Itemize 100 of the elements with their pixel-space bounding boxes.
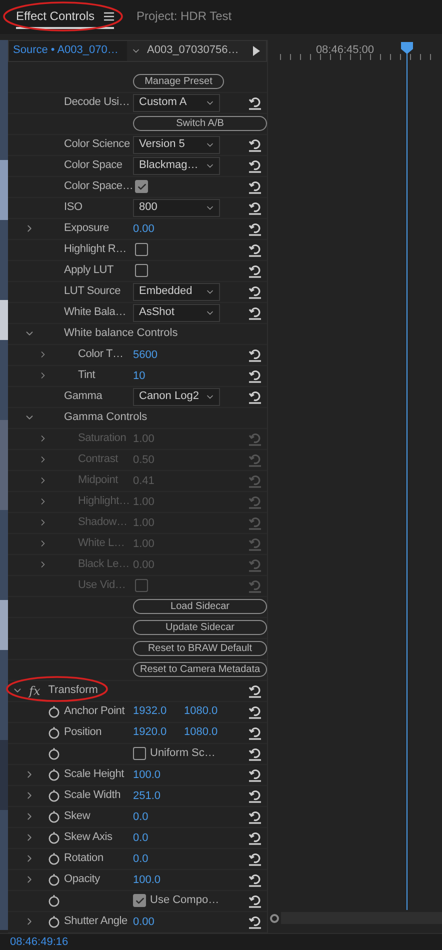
reset-icon[interactable] xyxy=(248,200,262,214)
value-field[interactable]: 0.00 xyxy=(133,916,154,928)
value-field[interactable]: 0.0 xyxy=(133,811,148,824)
panel-tab[interactable]: Project: HDR Test xyxy=(136,7,232,29)
property-label: Tint xyxy=(78,368,96,384)
property-label: Shadow… xyxy=(78,515,128,530)
action-button[interactable]: Reset to Camera Metadata xyxy=(133,662,267,677)
reset-icon[interactable] xyxy=(248,830,262,844)
action-button[interactable]: Manage Preset xyxy=(133,74,224,89)
value-field[interactable]: 5600 xyxy=(133,349,158,362)
stopwatch-icon[interactable] xyxy=(48,915,60,928)
current-timecode[interactable]: 08:46:49:16 xyxy=(10,934,68,950)
fx-label: fx xyxy=(29,682,40,700)
property-label: Color Space… xyxy=(64,179,133,194)
stopwatch-icon[interactable] xyxy=(48,894,60,907)
reset-icon[interactable] xyxy=(248,704,262,718)
property-label: Apply LUT xyxy=(64,263,115,278)
value-field[interactable]: 1920.0 xyxy=(133,724,170,741)
reset-icon[interactable] xyxy=(248,914,262,928)
dropdown[interactable]: 800 xyxy=(133,198,220,216)
stopwatch-icon[interactable] xyxy=(48,726,60,739)
action-button[interactable]: Switch A/B xyxy=(133,116,267,131)
checkbox[interactable] xyxy=(135,243,148,256)
reset-icon[interactable] xyxy=(248,222,262,236)
reset-icon[interactable] xyxy=(248,96,262,110)
value-field[interactable]: 1080.0 xyxy=(184,724,221,741)
dropdown[interactable]: Blackmag… xyxy=(133,156,220,174)
property-label: Anchor Point xyxy=(64,704,126,720)
dropdown[interactable]: Version 5 xyxy=(133,136,220,154)
property-label: Saturation xyxy=(78,431,128,446)
property-label: Skew Axis xyxy=(64,830,114,846)
value-field[interactable]: 100.0 xyxy=(133,769,161,782)
reset-icon[interactable] xyxy=(248,684,262,698)
checkbox-label: Uniform Sc… xyxy=(150,746,216,762)
scroll-handle[interactable] xyxy=(270,914,279,922)
value-field[interactable]: 1932.0 xyxy=(133,703,170,720)
reset-icon[interactable] xyxy=(248,788,262,802)
dropdown[interactable]: Canon Log2 xyxy=(133,388,220,406)
checkbox[interactable] xyxy=(135,264,148,277)
value-field[interactable]: 100.0 xyxy=(133,874,161,886)
stopwatch-icon[interactable] xyxy=(48,873,60,886)
property-label: Gamma xyxy=(64,389,104,404)
reset-icon[interactable] xyxy=(248,306,262,320)
dropdown[interactable]: Custom A xyxy=(133,94,220,112)
property-label: Skew xyxy=(64,809,92,824)
action-button[interactable]: Reset to BRAW Default xyxy=(133,641,267,656)
action-button[interactable]: Load Sidecar xyxy=(133,599,267,614)
reset-icon[interactable] xyxy=(248,242,262,256)
reset-icon[interactable] xyxy=(248,138,262,152)
group-label: White balance Controls xyxy=(64,326,179,342)
checkmark-icon xyxy=(134,896,144,906)
value-field[interactable]: 10 xyxy=(133,370,146,382)
value-field[interactable]: 1080.0 xyxy=(184,703,221,720)
value-field[interactable]: 251.0 xyxy=(133,790,161,802)
reset-icon[interactable] xyxy=(248,746,262,760)
property-label: Color T… xyxy=(78,347,124,362)
checkbox[interactable] xyxy=(133,747,146,760)
reset-icon[interactable] xyxy=(248,180,262,194)
property-label: Color Science xyxy=(64,137,131,152)
action-button[interactable]: Update Sidecar xyxy=(133,620,267,635)
reset-icon[interactable] xyxy=(248,810,262,824)
property-label: Rotation xyxy=(64,851,104,866)
reset-icon[interactable] xyxy=(248,726,262,740)
value-field[interactable]: 0.00 xyxy=(133,223,154,236)
property-label: Midpoint xyxy=(78,473,120,488)
stopwatch-icon[interactable] xyxy=(48,768,60,781)
reset-icon[interactable] xyxy=(248,390,262,404)
stopwatch-icon[interactable] xyxy=(48,705,60,718)
ruler-ticks[interactable] xyxy=(280,54,431,60)
property-label: Shutter Angle xyxy=(64,914,128,930)
menu-icon[interactable] xyxy=(104,12,114,20)
stopwatch-icon[interactable] xyxy=(48,810,60,823)
stopwatch-icon[interactable] xyxy=(48,789,60,802)
reset-icon[interactable] xyxy=(248,872,262,886)
group-label: Gamma Controls xyxy=(64,410,148,426)
checkbox[interactable] xyxy=(133,894,146,907)
stopwatch-icon[interactable] xyxy=(48,852,60,865)
property-label: Position xyxy=(64,725,103,740)
property-label: Highlight… xyxy=(78,494,131,510)
reset-icon[interactable] xyxy=(248,768,262,782)
property-label: LUT Source xyxy=(64,284,122,300)
reset-icon[interactable] xyxy=(248,368,262,382)
checkbox[interactable] xyxy=(135,180,148,193)
reset-icon[interactable] xyxy=(248,264,262,278)
stopwatch-icon[interactable] xyxy=(48,831,60,844)
reset-icon[interactable] xyxy=(248,284,262,298)
value-field[interactable]: 0.0 xyxy=(133,832,148,844)
stopwatch-icon[interactable] xyxy=(48,747,60,760)
property-label: Exposure xyxy=(64,221,110,236)
reset-icon[interactable] xyxy=(248,894,262,908)
dropdown[interactable]: AsShot xyxy=(133,304,220,322)
property-label: White Bala… xyxy=(64,305,127,320)
playhead[interactable] xyxy=(401,42,413,912)
reset-icon[interactable] xyxy=(248,348,262,362)
dropdown[interactable]: Embedded xyxy=(133,282,220,300)
value-field[interactable]: 0.0 xyxy=(133,853,148,866)
reset-icon[interactable] xyxy=(248,852,262,866)
reset-icon[interactable] xyxy=(248,158,262,172)
property-label: Use Vid… xyxy=(78,578,127,594)
checkmark-icon xyxy=(136,182,146,192)
